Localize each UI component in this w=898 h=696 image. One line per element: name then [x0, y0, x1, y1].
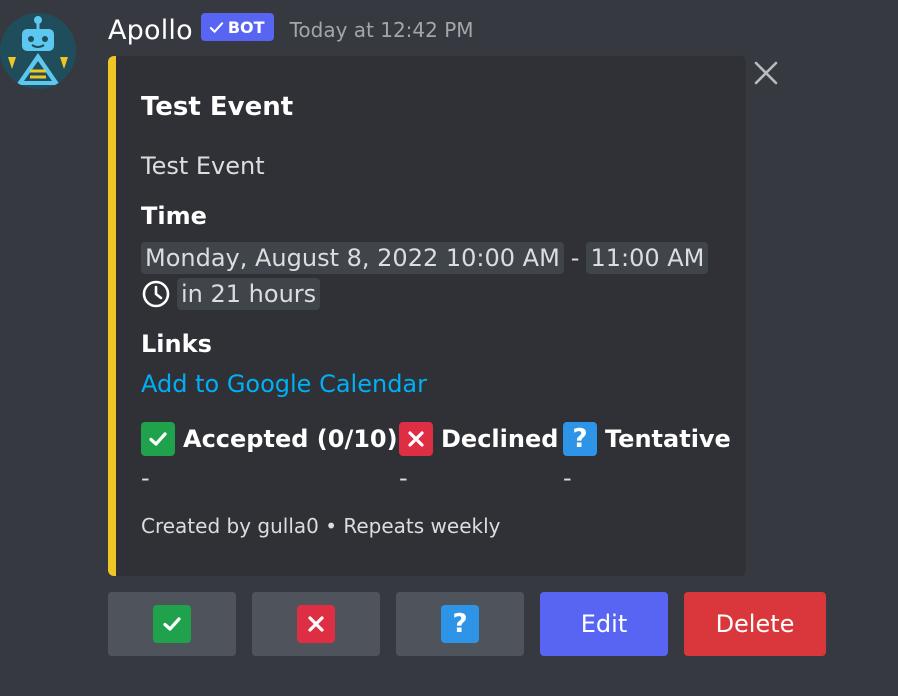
delete-button[interactable]: Delete — [684, 592, 826, 656]
time-field-label: Time — [141, 202, 207, 230]
rsvp-accepted-field: Accepted (0/10) — [141, 422, 398, 456]
tentative-button[interactable]: ? — [396, 592, 524, 656]
rsvp-declined-field: Declined — [399, 422, 558, 456]
close-icon — [754, 61, 778, 85]
bot-badge: BOT — [200, 13, 274, 41]
embed-title: Test Event — [141, 92, 294, 122]
embed-description: Test Event — [141, 152, 265, 180]
time-range: Monday, August 8, 2022 10:00 AM - 11:00 … — [141, 242, 709, 274]
cross-emoji-icon — [297, 605, 335, 643]
question-emoji-icon: ? — [563, 422, 597, 456]
end-time-chip[interactable]: 11:00 AM — [586, 242, 709, 274]
links-field-label: Links — [141, 330, 212, 358]
rsvp-tentative-field: ? Tentative — [563, 422, 731, 456]
dismiss-embed-button[interactable] — [752, 59, 780, 87]
message-header: Apollo BOT Today at 12:42 PM — [108, 10, 474, 50]
decline-button[interactable] — [252, 592, 380, 656]
clock-icon — [142, 280, 170, 308]
message-timestamp[interactable]: Today at 12:42 PM — [290, 18, 474, 42]
cross-emoji-icon — [399, 422, 433, 456]
accept-button[interactable] — [108, 592, 236, 656]
google-calendar-link[interactable]: Add to Google Calendar — [141, 370, 427, 398]
embed-footer: Created by gulla0 • Repeats weekly — [141, 514, 501, 538]
rsvp-accepted-label: Accepted (0/10) — [183, 425, 398, 453]
edit-button[interactable]: Edit — [540, 592, 668, 656]
rsvp-tentative-value: - — [563, 464, 572, 492]
relative-time-row: in 21 hours — [141, 278, 321, 310]
start-time-chip[interactable]: Monday, August 8, 2022 10:00 AM — [141, 242, 564, 274]
avatar[interactable] — [0, 13, 76, 89]
event-embed: Test Event Test Event Time Monday, Augus… — [108, 56, 746, 576]
check-emoji-icon — [153, 605, 191, 643]
robot-avatar-icon — [0, 13, 76, 89]
relative-time-chip[interactable]: in 21 hours — [177, 278, 321, 310]
rsvp-tentative-label: Tentative — [605, 425, 731, 453]
username[interactable]: Apollo — [108, 15, 193, 46]
bot-badge-label: BOT — [227, 17, 265, 37]
question-emoji-icon: ? — [441, 605, 479, 643]
verified-check-icon — [209, 21, 224, 33]
time-separator: - — [570, 244, 580, 272]
rsvp-accepted-value: - — [141, 464, 150, 492]
check-emoji-icon — [141, 422, 175, 456]
rsvp-declined-label: Declined — [441, 425, 559, 453]
rsvp-declined-value: - — [399, 464, 408, 492]
